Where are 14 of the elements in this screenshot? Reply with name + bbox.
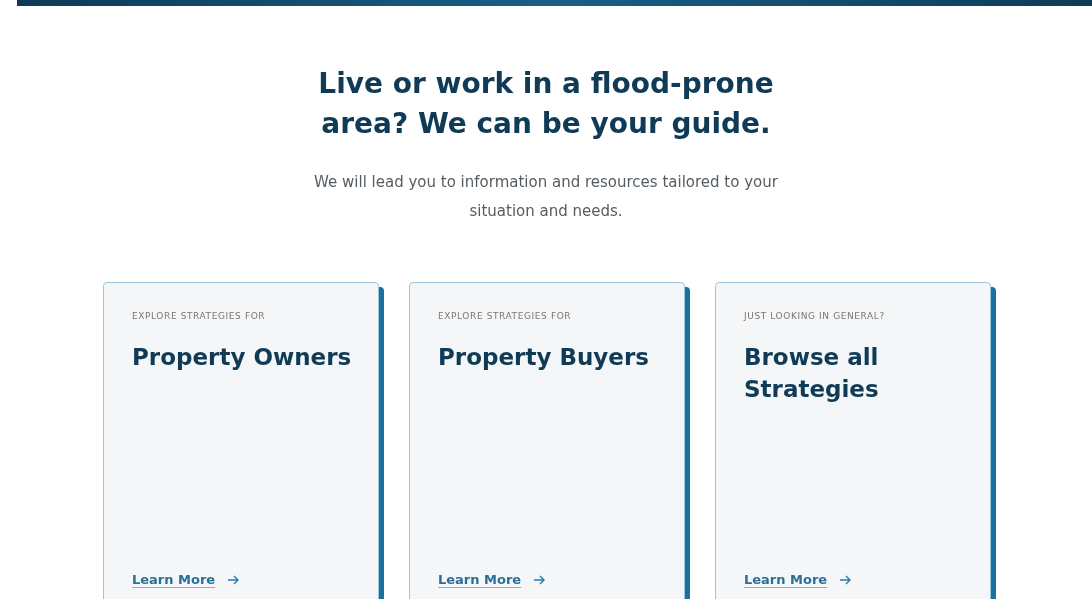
section-heading: Live or work in a flood-prone area? We can be your guide. [317,66,775,142]
learn-more-link[interactable]: Learn More [744,572,828,587]
arrow-right-icon [839,574,852,585]
arrow-right-icon [533,574,546,585]
learn-more-link[interactable]: Learn More [132,572,216,587]
intro-text: We will lead you to information and resources tailored to your situation and needs. [313,172,779,222]
card-eyebrow: JUST LOOKING IN GENERAL? [744,311,886,321]
arrow-right-icon [227,574,240,585]
card-title: Property Owners [132,343,352,372]
card-eyebrow: EXPLORE STRATEGIES FOR [132,311,267,321]
learn-more-link[interactable]: Learn More [438,572,522,587]
card-title: Browse all Strategies [744,343,880,404]
card-title: Property Buyers [438,343,650,372]
card-eyebrow: EXPLORE STRATEGIES FOR [438,311,573,321]
